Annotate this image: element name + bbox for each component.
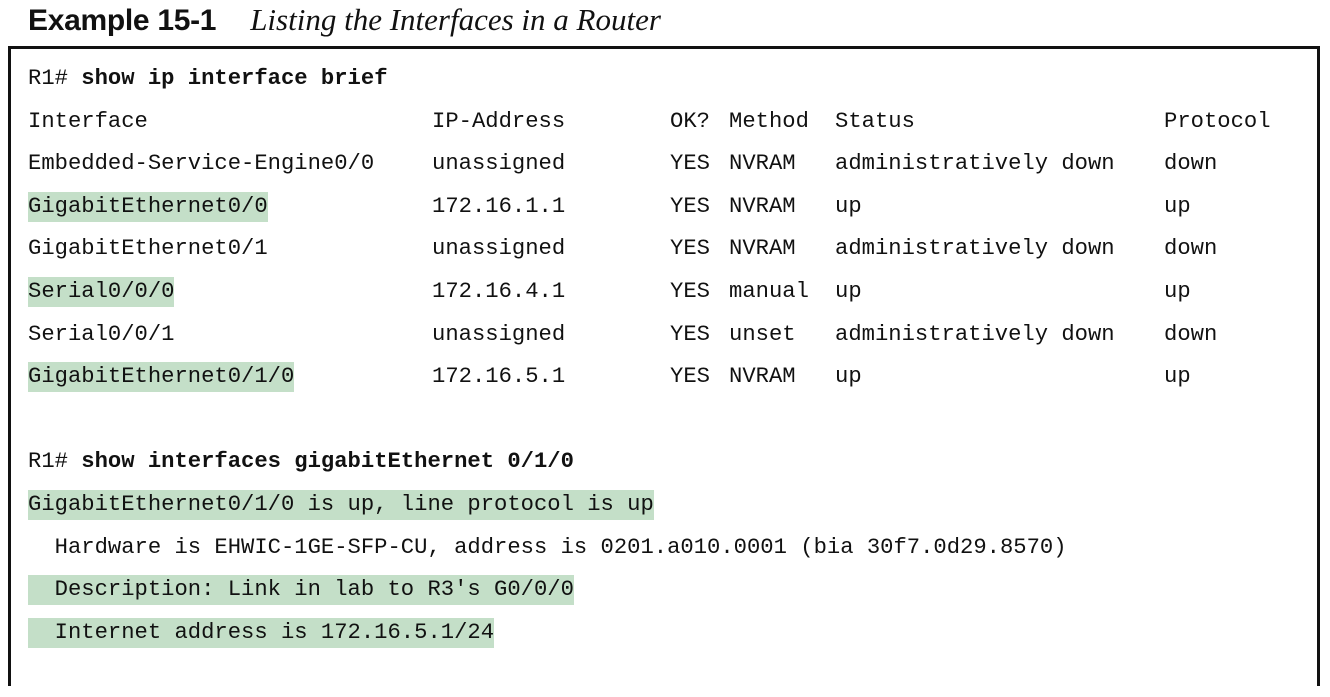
row-ip-address: 172.16.1.1 [432, 193, 566, 219]
row-status: administratively down [835, 321, 1115, 347]
output-line: Description: Link in lab to R3's G0/0/0 [28, 569, 1067, 612]
table-header-row: Interface IP-Address OK? Method Status P… [28, 101, 1271, 144]
row-ok: YES [670, 193, 710, 219]
example-title: Listing the Interfaces in a Router [250, 2, 661, 37]
row-method: NVRAM [729, 151, 796, 177]
row-ok: YES [670, 151, 710, 177]
row-protocol: up [1164, 278, 1191, 304]
row-ip-address: 172.16.5.1 [432, 364, 566, 390]
table-row: Embedded-Service-Engine0/0 unassigned YE… [28, 143, 1217, 186]
row-ok: YES [670, 278, 710, 304]
row-status: administratively down [835, 236, 1115, 262]
cli-prompt: R1# [28, 449, 82, 475]
row-interface: Serial0/0/0 [28, 276, 175, 307]
description-line: Description: Link in lab to R3's G0/0/0 [28, 575, 574, 606]
row-ip-address: unassigned [432, 151, 566, 177]
row-interface: GigabitEthernet0/1/0 [28, 362, 295, 393]
header-protocol: Protocol [1164, 108, 1271, 134]
row-method: manual [729, 278, 809, 304]
row-interface: Serial0/0/1 [28, 321, 175, 347]
cli-command: show interfaces gigabitEthernet 0/1/0 [81, 449, 574, 475]
header-interface: Interface [28, 108, 148, 134]
row-ip-address: 172.16.4.1 [432, 278, 566, 304]
row-protocol: down [1164, 151, 1218, 177]
header-status: Status [835, 108, 915, 134]
header-ip-address: IP-Address [432, 108, 566, 134]
example-number: Example 15-1 [28, 4, 217, 37]
row-interface: GigabitEthernet0/1 [28, 236, 268, 262]
row-ok: YES [670, 321, 710, 347]
row-protocol: up [1164, 364, 1191, 390]
row-ip-address: unassigned [432, 321, 566, 347]
header-ok: OK? [670, 108, 710, 134]
row-status: up [835, 193, 862, 219]
row-status: up [835, 364, 862, 390]
row-ip-address: unassigned [432, 236, 566, 262]
header-method: Method [729, 108, 809, 134]
output-line: Internet address is 172.16.5.1/24 [28, 612, 1067, 655]
row-protocol: down [1164, 321, 1218, 347]
command-line: R1# show ip interface brief [28, 58, 1067, 101]
internet-address-line: Internet address is 172.16.5.1/24 [28, 617, 495, 648]
row-status: up [835, 278, 862, 304]
row-protocol: down [1164, 236, 1218, 262]
table-row: GigabitEthernet0/1/0 172.16.5.1 YES NVRA… [28, 356, 1191, 399]
output-line: GigabitEthernet0/1/0 is up, line protoco… [28, 484, 1067, 527]
row-method: NVRAM [729, 193, 796, 219]
row-method: unset [729, 321, 796, 347]
table-row: GigabitEthernet0/0 172.16.1.1 YES NVRAM … [28, 186, 1191, 229]
cli-command: show ip interface brief [81, 66, 388, 91]
row-method: NVRAM [729, 236, 796, 262]
row-ok: YES [670, 364, 710, 390]
row-interface: GigabitEthernet0/0 [28, 191, 268, 222]
table-row: GigabitEthernet0/1 unassigned YES NVRAM … [28, 228, 1217, 271]
table-row: Serial0/0/0 172.16.4.1 YES manual up up [28, 271, 1191, 314]
hardware-line: Hardware is EHWIC-1GE-SFP-CU, address is… [28, 534, 1067, 560]
command-line: R1# show interfaces gigabitEthernet 0/1/… [28, 441, 1067, 484]
example-caption: Example 15-1 Listing the Interfaces in a… [28, 2, 661, 42]
row-ok: YES [670, 236, 710, 262]
cli-prompt: R1# [28, 66, 82, 91]
row-status: administratively down [835, 151, 1115, 177]
row-protocol: up [1164, 193, 1191, 219]
code-listing: R1# show ip interface brief Interface IP… [28, 58, 1271, 655]
row-method: NVRAM [729, 364, 796, 390]
interface-status-line: GigabitEthernet0/1/0 is up, line protoco… [28, 489, 654, 520]
row-interface: Embedded-Service-Engine0/0 [28, 151, 375, 177]
table-row: Serial0/0/1 unassigned YES unset adminis… [28, 314, 1217, 357]
